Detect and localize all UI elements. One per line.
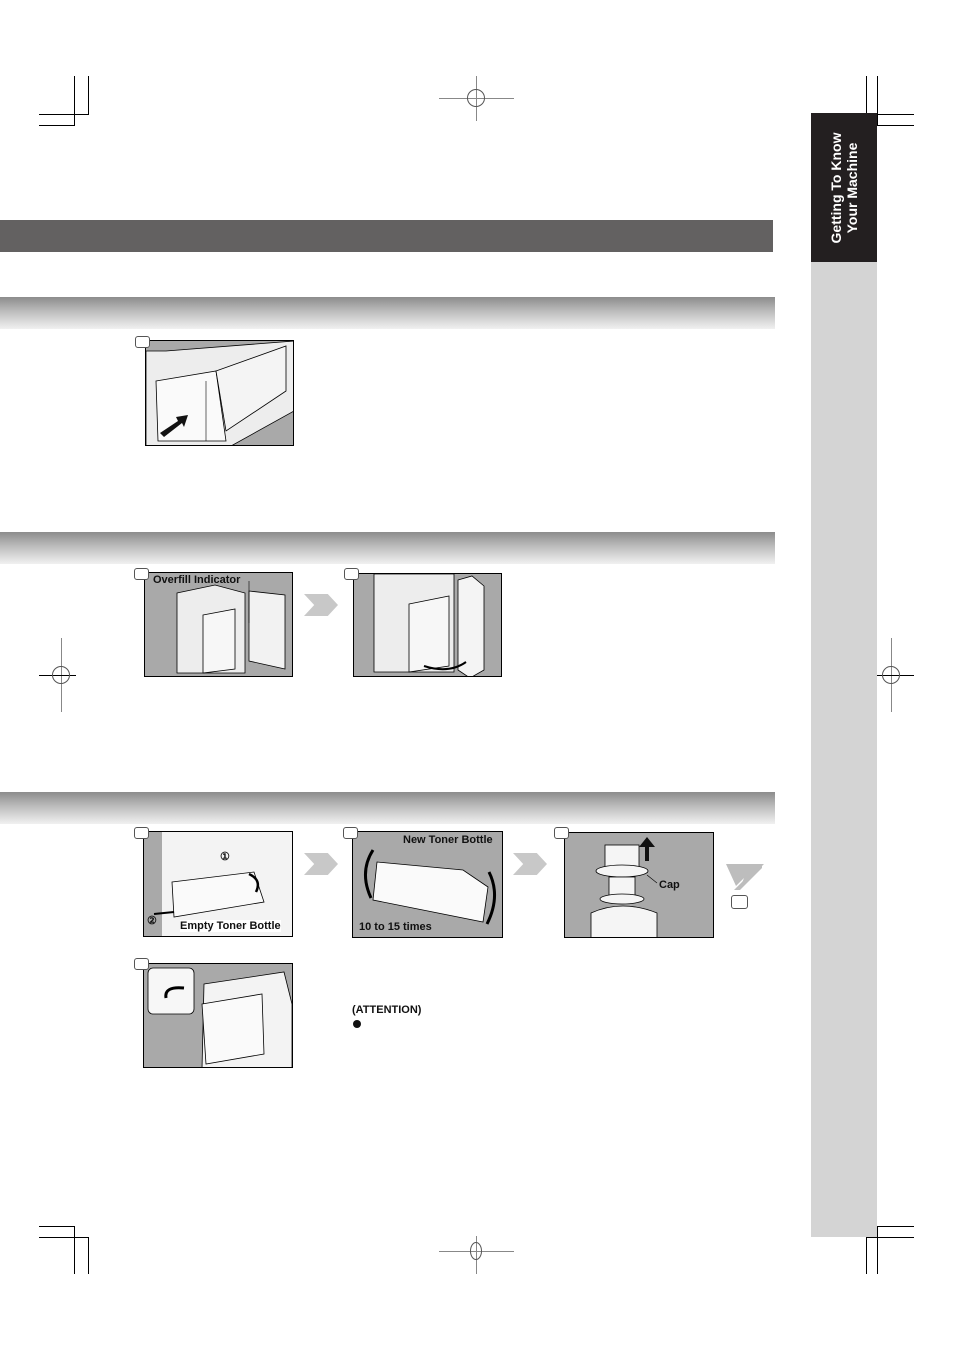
step-number-box [134,958,149,970]
label-cap: Cap [659,879,680,891]
chapter-tab[interactable]: Getting To Know Your Machine [811,113,877,262]
registration-circle [882,666,900,684]
section-header-bar [0,792,775,824]
close-cover-illustration [147,967,292,1067]
continue-arrow-icon [726,864,764,890]
step-number-box [135,336,150,348]
step-number-box [134,568,149,580]
figure-remove-empty-toner: ① ② Empty Toner Bottle [143,831,293,937]
section-header-bar [0,297,775,329]
page-title-bar [0,220,773,252]
crop-mark [74,76,75,126]
chapter-tab-label: Getting To Know Your Machine [828,132,860,243]
figure-shake-new-toner: New Toner Bottle 10 to 15 times [352,831,503,938]
crop-mark [88,1237,89,1274]
next-step-arrow-icon [304,594,338,616]
shake-arrow-icon [364,849,375,899]
step-number-box [554,827,569,839]
shake-arrow-icon [485,871,496,925]
chapter-tab-line1: Getting To Know [828,132,844,243]
next-step-arrow-icon [513,853,547,875]
crop-mark [877,76,878,126]
crop-mark [866,76,867,115]
figure-paper-tray [145,340,294,446]
label-new-toner-bottle: New Toner Bottle [403,834,493,846]
attention-heading: (ATTENTION) [352,1004,422,1016]
section-header-bar [0,532,775,564]
figure-overfill-indicator: Overfill Indicator [144,572,293,677]
step-number-box [343,827,358,839]
crop-mark [88,76,89,115]
crop-mark [877,1226,914,1227]
step-number-box [344,568,359,580]
crop-mark [39,1226,75,1227]
step-number-box [134,827,149,839]
crop-mark [39,114,89,115]
paper-tray-illustration [146,341,293,445]
up-arrow-icon [639,837,655,861]
figure-remove-cap: Cap [564,832,714,938]
label-circle-2: ② [147,915,157,927]
crop-mark [877,125,914,126]
next-step-arrow-icon [304,853,338,875]
crop-mark [877,1226,878,1274]
side-index-strip [811,262,877,1237]
registration-circle [467,89,485,107]
label-empty-toner-bottle: Empty Toner Bottle [180,920,281,932]
chapter-tab-line2: Your Machine [844,142,860,233]
figure-close-front-cover [143,963,293,1068]
crop-mark [866,1237,867,1274]
label-circle-1: ① [220,851,230,863]
label-shake-count: 10 to 15 times [359,921,432,933]
toner-cap-illustration [590,837,658,937]
label-overfill-indicator: Overfill Indicator [153,574,241,586]
finisher-door-illustration [373,574,485,676]
bullet-icon [353,1020,361,1028]
step-number-box [731,895,748,909]
crop-mark [39,125,75,126]
crop-mark [39,1237,89,1238]
crop-mark [74,1226,75,1274]
finisher-illustration [176,581,286,674]
registration-circle [470,1242,482,1260]
registration-circle [52,666,70,684]
figure-close-door [353,573,502,677]
crop-mark [866,1237,914,1238]
